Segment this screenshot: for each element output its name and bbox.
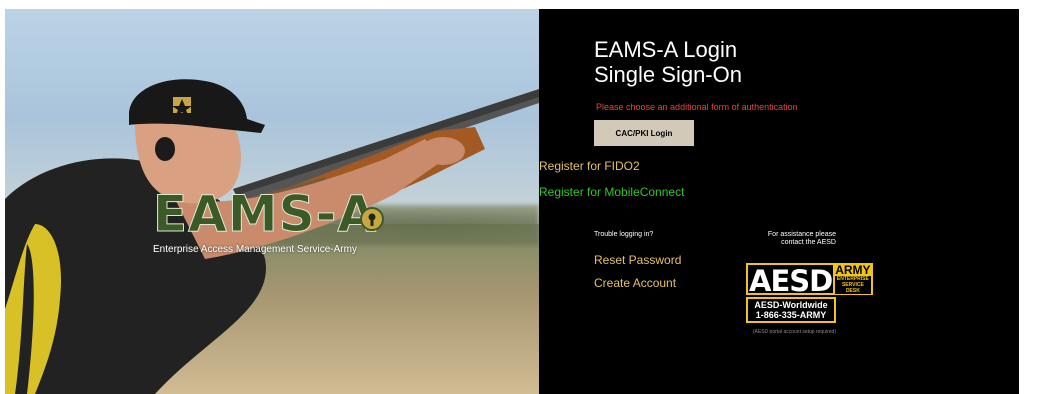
eams-logo-tagline: Enterprise Access Management Service-Arm… bbox=[153, 244, 357, 255]
aesd-army-block: ARMY ENTERPRISE SERVICE DESK bbox=[833, 262, 873, 295]
trouble-logging-in-label: Trouble logging in? bbox=[594, 231, 654, 238]
eams-logo-wordmark: EAMS-A bbox=[152, 185, 378, 243]
cac-pki-login-button[interactable]: CAC/PKI Login bbox=[594, 120, 694, 146]
aesd-setup-note: (AESD portal account setup required) bbox=[752, 329, 836, 335]
aesd-service-desk-label: SERVICE DESK bbox=[835, 281, 871, 294]
create-account-link[interactable]: Create Account bbox=[594, 276, 676, 290]
login-title-line1: EAMS-A Login bbox=[594, 37, 738, 62]
aesd-logo[interactable]: AESD ARMY ENTERPRISE SERVICE DESK AESD-W… bbox=[746, 263, 873, 323]
aesd-contact-box: AESD-Worldwide 1-866-335-ARMY bbox=[746, 297, 836, 323]
reset-password-link[interactable]: Reset Password bbox=[594, 253, 681, 267]
auth-message: Please choose an additional form of auth… bbox=[596, 102, 798, 112]
keyhole-icon bbox=[360, 207, 384, 231]
assistance-text-line2: contact the AESD bbox=[781, 239, 836, 246]
aesd-logo-top: AESD ARMY ENTERPRISE SERVICE DESK bbox=[746, 263, 873, 297]
register-mobileconnect-link[interactable]: Register for MobileConnect bbox=[539, 185, 684, 199]
eams-a-logo: EAMS-A Enterprise Access Management Serv… bbox=[152, 185, 393, 259]
register-fido2-link[interactable]: Register for FIDO2 bbox=[539, 159, 640, 173]
assistance-text-line1: For assistance please bbox=[767, 231, 836, 238]
login-title-line2: Single Sign-On bbox=[594, 62, 742, 87]
aesd-army-label: ARMY bbox=[835, 262, 871, 277]
hero-image: EAMS-A Enterprise Access Management Serv… bbox=[5, 9, 539, 394]
login-panel: EAMS-A Login Single Sign-On Please choos… bbox=[539, 9, 1019, 394]
aesd-wordmark: AESD bbox=[746, 263, 833, 297]
login-title: EAMS-A Login Single Sign-On bbox=[594, 37, 742, 87]
aesd-worldwide-label: AESD-Worldwide bbox=[754, 300, 828, 310]
assistance-text: For assistance please contact the AESD bbox=[739, 231, 836, 247]
aesd-phone-number: 1-866-335-ARMY bbox=[755, 310, 827, 320]
